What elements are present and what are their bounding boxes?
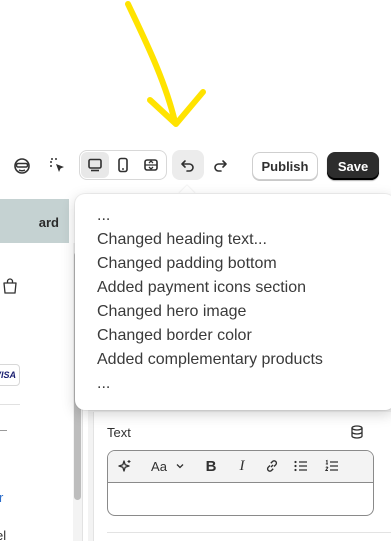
divider xyxy=(0,430,7,431)
history-list: ... Changed heading text... Changed padd… xyxy=(97,204,323,396)
sidebar-item-selected[interactable]: ard xyxy=(0,199,69,243)
publish-button[interactable]: Publish xyxy=(252,152,318,180)
bullet-list-icon[interactable] xyxy=(292,456,310,476)
visa-badge: VISA xyxy=(0,364,20,386)
save-button[interactable]: Save xyxy=(327,152,379,180)
undo-icon[interactable] xyxy=(174,151,202,179)
ai-sparkle-icon[interactable] xyxy=(116,456,134,476)
bold-icon[interactable]: B xyxy=(203,456,219,476)
undo-history-popover: ... Changed heading text... Changed padd… xyxy=(75,194,391,410)
history-item[interactable]: Changed hero image xyxy=(97,300,323,324)
shopping-bag-icon xyxy=(1,277,19,300)
history-item[interactable]: ... xyxy=(97,204,323,228)
history-item[interactable]: Added complementary products xyxy=(97,348,323,372)
link-icon[interactable] xyxy=(263,456,281,476)
dynamic-source-icon[interactable] xyxy=(350,425,364,444)
history-item[interactable]: Added payment icons section xyxy=(97,276,323,300)
card-divider xyxy=(107,532,391,533)
numbered-list-icon[interactable] xyxy=(323,456,341,476)
divider xyxy=(0,404,20,405)
inspector-icon[interactable] xyxy=(8,152,36,180)
history-item[interactable]: Changed heading text... xyxy=(97,228,323,252)
mobile-view-icon[interactable] xyxy=(109,151,137,179)
sidebar-link-text[interactable]: r xyxy=(0,490,3,505)
history-item[interactable]: Changed padding bottom xyxy=(97,252,323,276)
sidebar-item-label: ard xyxy=(38,215,59,230)
text-field-label: Text xyxy=(107,425,131,440)
history-item[interactable]: Changed border color xyxy=(97,324,323,348)
text-format-label: Aa xyxy=(151,458,167,474)
text-format-dropdown[interactable]: Aa xyxy=(148,456,188,476)
history-item[interactable]: ... xyxy=(97,372,323,396)
select-element-icon[interactable] xyxy=(44,152,72,180)
italic-icon[interactable]: I xyxy=(234,456,250,476)
desktop-view-icon[interactable] xyxy=(81,151,109,179)
fullscreen-view-icon[interactable] xyxy=(137,151,165,179)
chevron-down-icon xyxy=(175,459,185,474)
redo-icon[interactable] xyxy=(206,151,234,179)
